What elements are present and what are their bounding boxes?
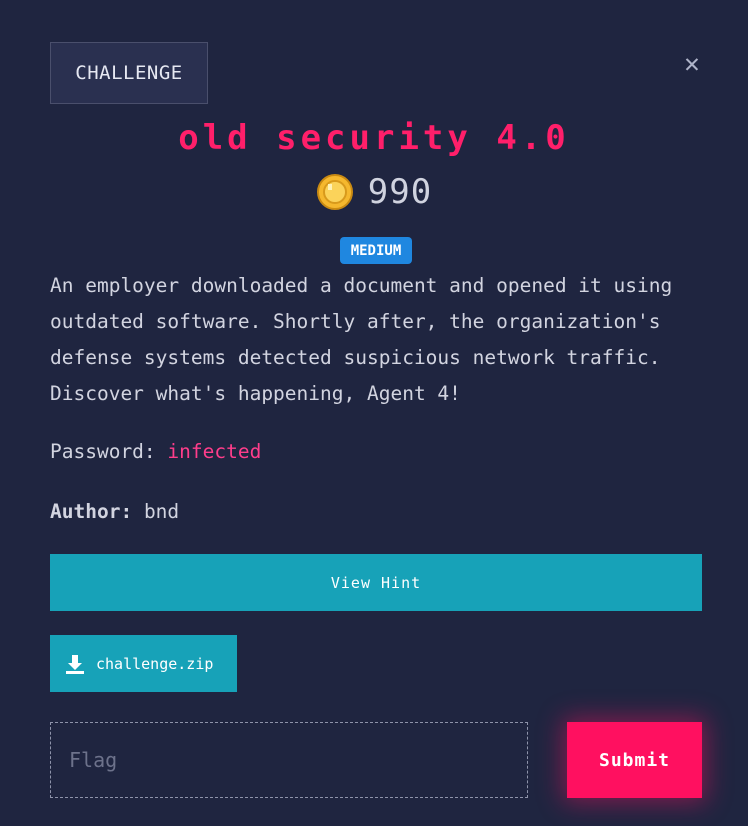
password-line: Password: infected <box>50 440 261 463</box>
download-file-button[interactable]: challenge.zip <box>50 635 237 692</box>
tab-challenge-label: CHALLENGE <box>75 62 183 84</box>
author-line: Author: bnd <box>50 500 179 523</box>
flag-input[interactable] <box>50 722 528 798</box>
author-label: Author: <box>50 500 133 523</box>
view-hint-button[interactable]: View Hint <box>50 554 702 611</box>
close-icon[interactable]: ✕ <box>680 49 704 79</box>
password-label: Password: <box>50 440 156 463</box>
points-value: 990 <box>367 172 433 212</box>
coin-icon <box>316 174 353 210</box>
tab-challenge[interactable]: CHALLENGE <box>50 42 208 104</box>
points-display: 990 <box>0 172 748 212</box>
challenge-modal: CHALLENGE ✕ old security 4.0 990 MEDIUM … <box>0 0 748 826</box>
view-hint-label: View Hint <box>330 573 422 592</box>
submit-button[interactable]: Submit <box>567 722 702 798</box>
close-glyph: ✕ <box>684 49 700 79</box>
password-value: infected <box>167 440 262 463</box>
download-icon <box>66 654 84 674</box>
file-name: challenge.zip <box>96 654 214 673</box>
challenge-title: old security 4.0 <box>178 118 570 158</box>
author-value: bnd <box>143 500 180 523</box>
challenge-description: An employer downloaded a document and op… <box>50 274 673 405</box>
submit-label: Submit <box>598 749 671 771</box>
difficulty-badge: MEDIUM <box>340 237 412 264</box>
